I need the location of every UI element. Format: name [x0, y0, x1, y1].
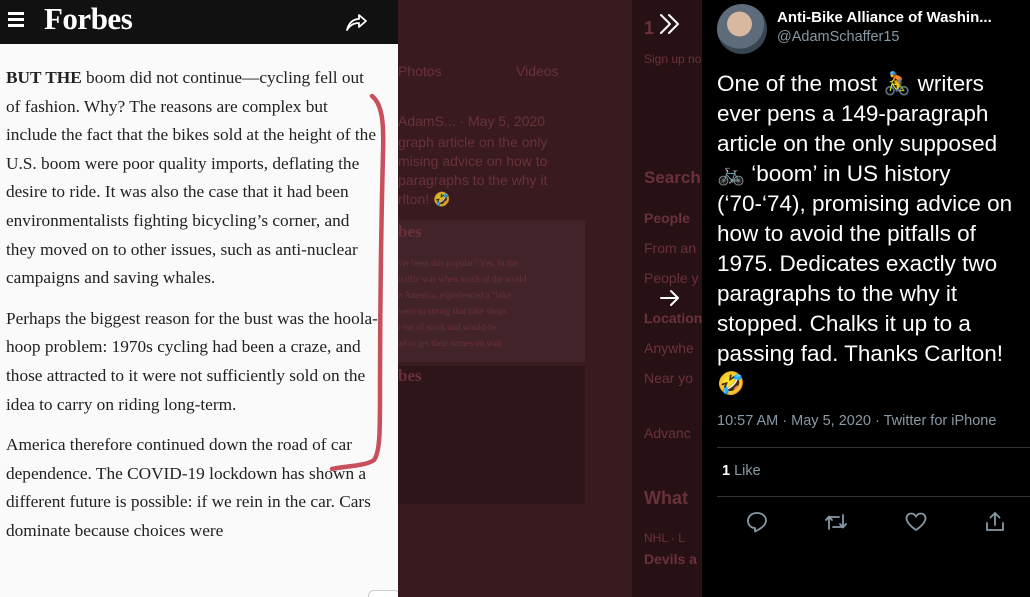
share-arrow-icon[interactable]	[344, 10, 368, 34]
article-paragraph: BUT THE boom did not continue—cycling fe…	[6, 64, 378, 293]
tweet-text: One of the most 🚴 writers ever pens a 14…	[717, 71, 1013, 396]
double-chevron-right-icon[interactable]	[656, 11, 684, 37]
reply-icon[interactable]	[745, 510, 769, 534]
like-label: Like	[730, 463, 761, 479]
like-number: 1	[722, 463, 731, 479]
meta-separator: ·	[870, 413, 884, 429]
user-handle[interactable]: @AdamSchaffer15	[777, 29, 899, 45]
divider	[717, 496, 1030, 497]
retweet-icon[interactable]	[824, 510, 848, 534]
paragraph-text: boom did not continue—cycling fell out o…	[6, 68, 376, 288]
tweet-meta: 10:57 AM · May 5, 2020 · Twitter for iPh…	[717, 413, 996, 429]
display-name[interactable]: Anti-Bike Alliance of Washin...	[777, 9, 1027, 26]
article-paragraph: Perhaps the biggest reason for the bust …	[6, 308, 378, 414]
forbes-header-bar: Forbes	[0, 0, 398, 44]
paragraph-lead-caps: BUT THE	[6, 68, 82, 87]
tweet-detail-panel: Anti-Bike Alliance of Washin... @AdamSch…	[702, 0, 1030, 597]
forbes-article-panel: Forbes BUT THE boom did not continue—cyc…	[0, 0, 398, 597]
arrow-right-icon[interactable]	[656, 286, 684, 310]
tweet-source[interactable]: Twitter for iPhone	[884, 413, 997, 429]
forbes-logo[interactable]: Forbes	[44, 1, 133, 37]
likes-count[interactable]: 1 Like	[722, 463, 761, 479]
red-bracket-annotation	[329, 93, 386, 472]
heart-icon[interactable]	[904, 510, 928, 534]
scroll-handle[interactable]	[368, 590, 398, 597]
tweet-timestamp[interactable]: 10:57 AM · May 5, 2020	[717, 413, 871, 429]
share-upload-icon[interactable]	[983, 510, 1007, 534]
hamburger-icon[interactable]	[8, 12, 24, 27]
article-paragraph: America therefore continued down the roa…	[6, 435, 371, 540]
dimmed-background: Photos Videos AdamS... · May 5, 2020 gra…	[398, 0, 702, 597]
divider	[717, 447, 1030, 448]
article-body: BUT THE boom did not continue—cycling fe…	[6, 64, 378, 558]
avatar[interactable]	[717, 4, 767, 54]
